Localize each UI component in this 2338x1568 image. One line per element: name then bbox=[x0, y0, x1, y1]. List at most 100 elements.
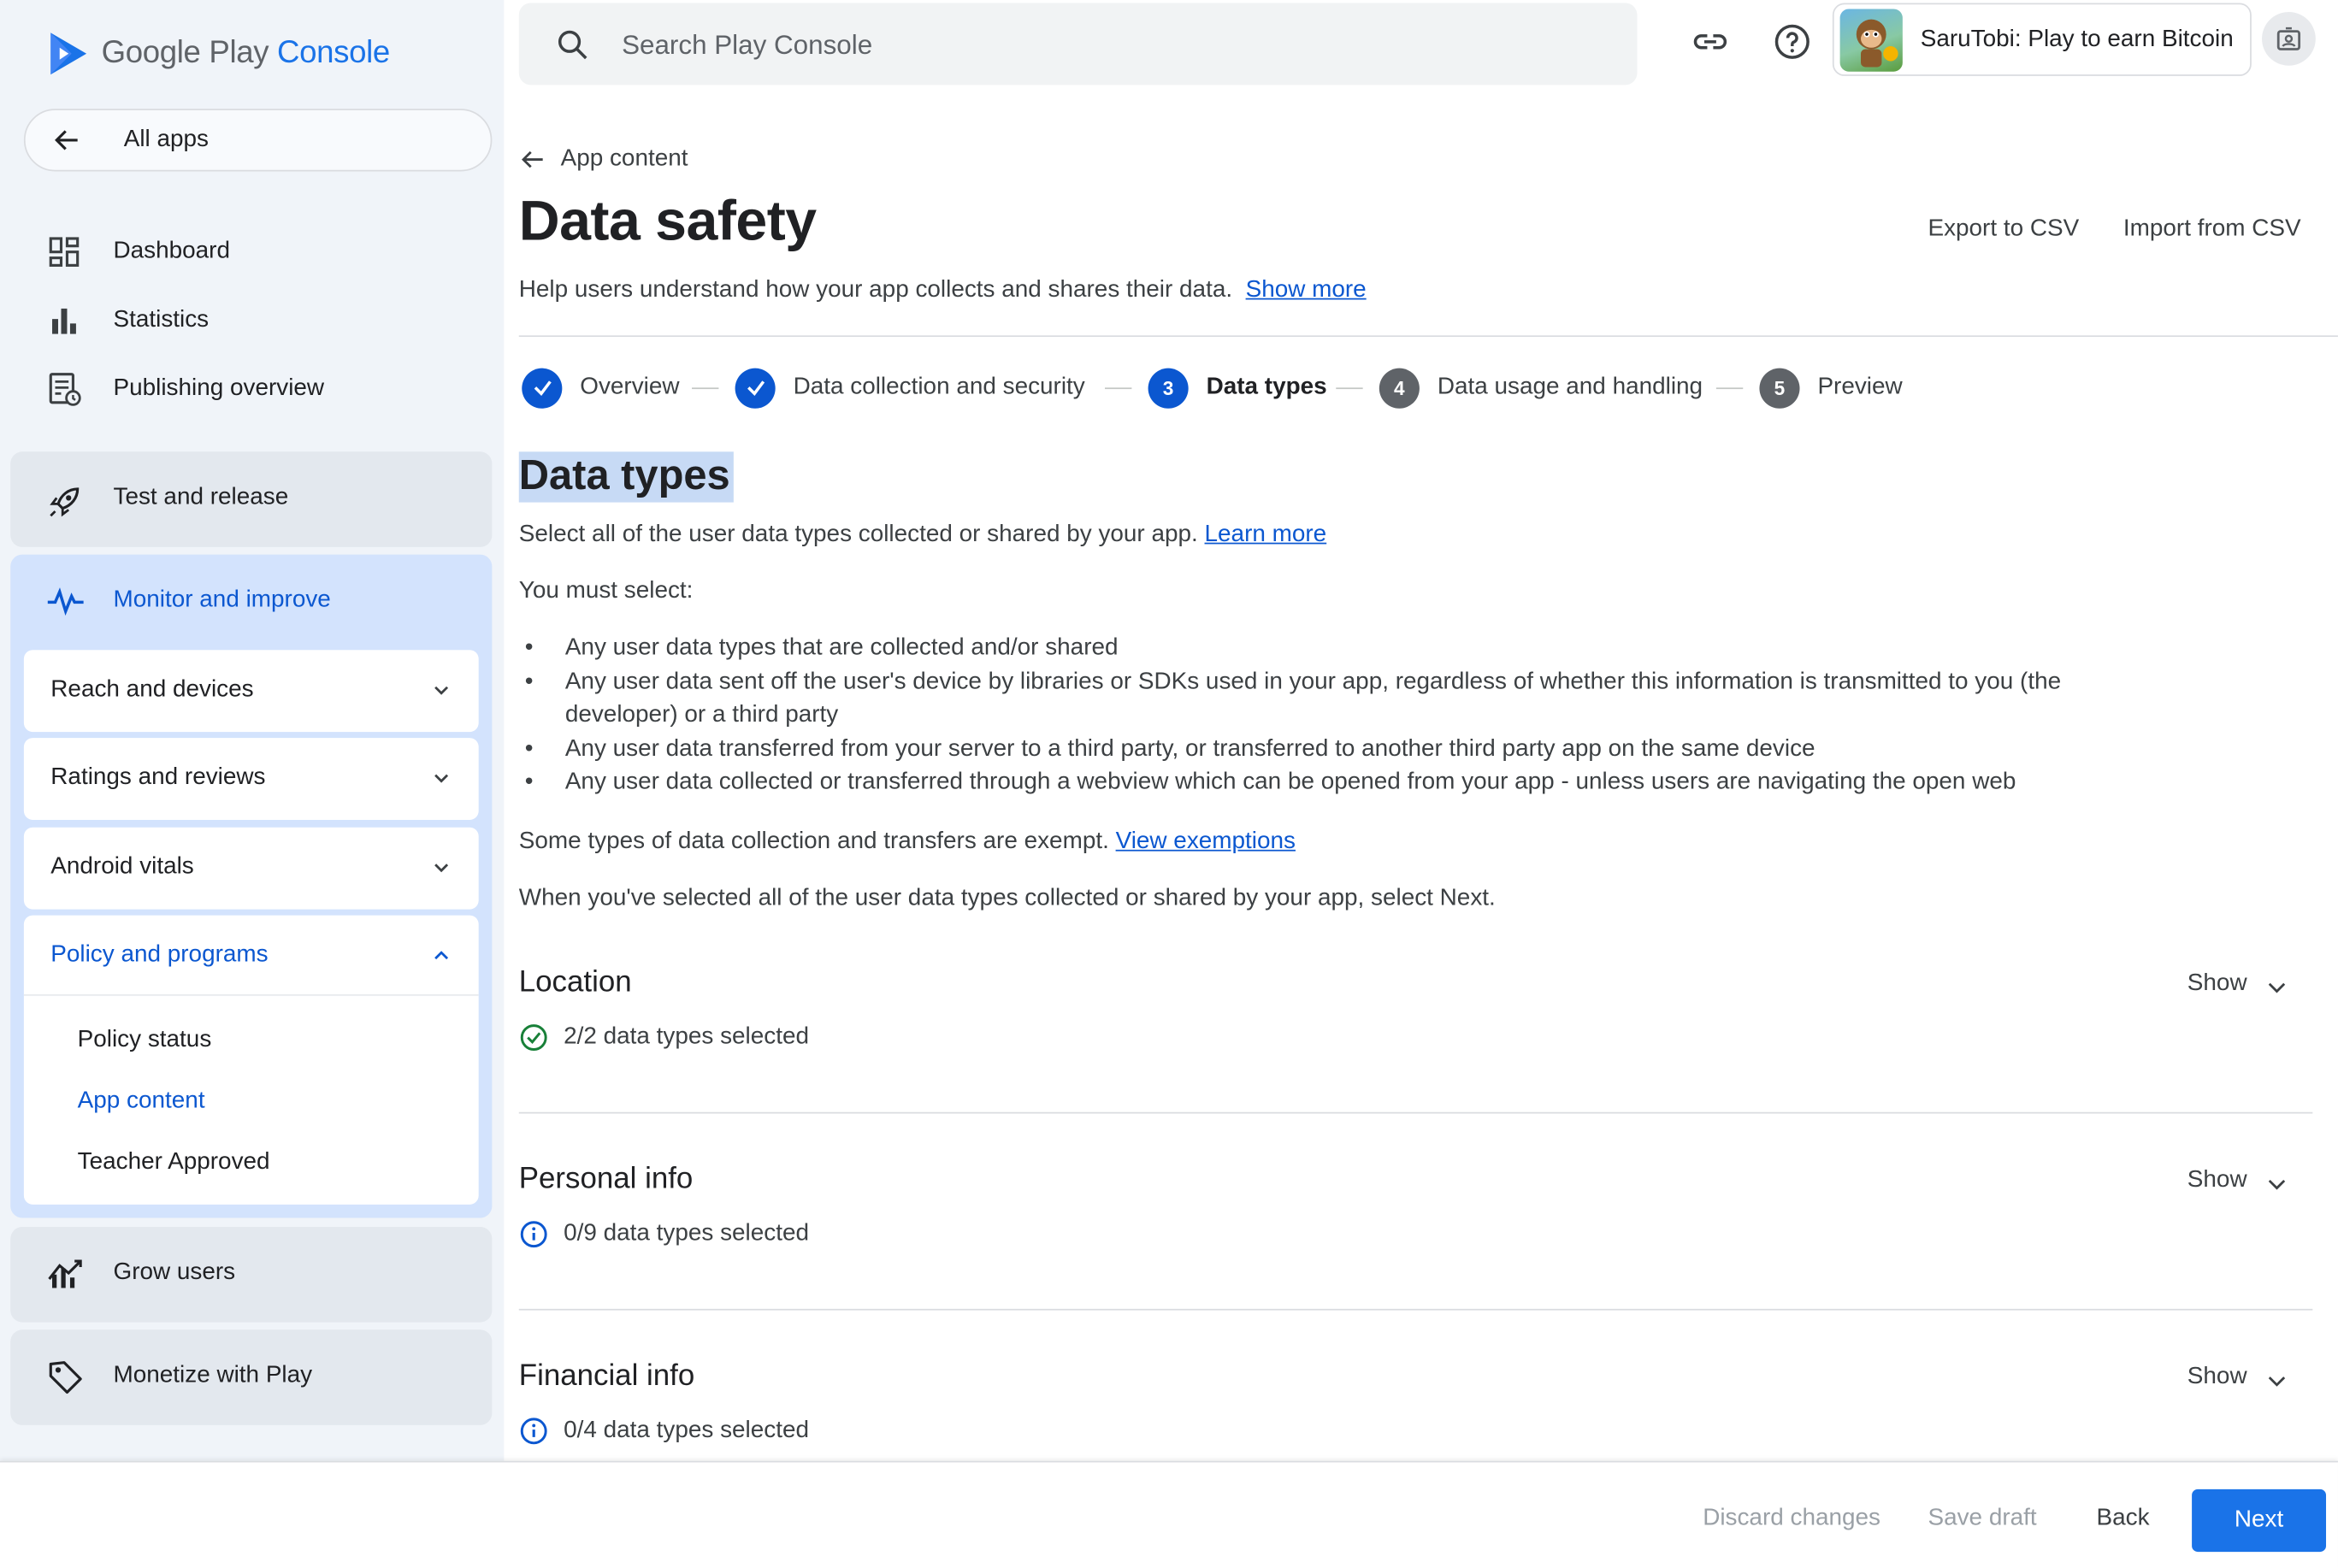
page-title: Data safety bbox=[518, 191, 817, 254]
sidebar-item-dashboard[interactable]: Dashboard bbox=[44, 230, 230, 274]
play-logo-icon bbox=[50, 32, 87, 75]
step-data-usage-handling[interactable]: 4 Data usage and handling bbox=[1379, 367, 1703, 409]
step-number: 4 bbox=[1379, 367, 1420, 408]
list-item: Any user data types that are collected a… bbox=[519, 632, 2069, 665]
logo-text-google-play: Google Play bbox=[101, 35, 269, 70]
check-icon bbox=[735, 367, 776, 408]
sidebar-item-app-content[interactable]: App content bbox=[78, 1088, 205, 1115]
chevron-down-icon[interactable] bbox=[2265, 1369, 2289, 1393]
logo-text-console: Console bbox=[277, 35, 390, 70]
category-show-button[interactable]: Show bbox=[2187, 1167, 2247, 1194]
action-footer: Discard changes Save draft Back Next bbox=[0, 1460, 2338, 1568]
check-icon bbox=[522, 367, 563, 408]
section-title: Data types bbox=[518, 451, 734, 503]
sidebar-group-label: Monetize with Play bbox=[113, 1362, 313, 1388]
sidebar-item-label: Statistics bbox=[113, 307, 210, 333]
check-circle-icon bbox=[520, 1024, 547, 1051]
all-apps-label: All apps bbox=[123, 127, 209, 152]
divider bbox=[23, 993, 479, 996]
chevron-down-icon[interactable] bbox=[2265, 1171, 2289, 1195]
exempt-text: Some types of data collection and transf… bbox=[518, 828, 1109, 855]
exempt-note: Some types of data collection and transf… bbox=[519, 828, 1296, 855]
sidebar-sub-label: Reach and devices bbox=[50, 676, 254, 703]
step-label: Data types bbox=[1206, 374, 1327, 400]
sidebar-group-grow-users[interactable]: Grow users bbox=[10, 1226, 493, 1323]
link-icon[interactable] bbox=[1689, 21, 1731, 62]
category-status: 0/9 data types selected bbox=[519, 1219, 809, 1249]
export-csv-button[interactable]: Export to CSV bbox=[1928, 216, 2079, 243]
step-overview[interactable]: Overview bbox=[522, 367, 680, 409]
account-icon[interactable] bbox=[2262, 11, 2316, 66]
back-to-app-content[interactable]: App content bbox=[519, 146, 688, 173]
search-placeholder: Search Play Console bbox=[622, 29, 873, 60]
sidebar-item-statistics[interactable]: Statistics bbox=[44, 298, 209, 343]
step-data-types[interactable]: 3 Data types bbox=[1148, 367, 1327, 409]
step-preview[interactable]: 5 Preview bbox=[1759, 367, 1903, 409]
page-description-text: Help users understand how your app colle… bbox=[518, 277, 1233, 303]
help-icon[interactable] bbox=[1771, 21, 1813, 62]
sidebar-item-reach-devices[interactable]: Reach and devices bbox=[23, 650, 479, 733]
list-item: Any user data collected or transferred t… bbox=[519, 766, 2069, 799]
step-label: Preview bbox=[1817, 374, 1903, 400]
view-exemptions-link[interactable]: View exemptions bbox=[1116, 828, 1296, 854]
chevron-up-icon[interactable] bbox=[431, 945, 452, 965]
grow-users-icon bbox=[48, 1259, 82, 1288]
next-button[interactable]: Next bbox=[2192, 1488, 2327, 1553]
chevron-down-icon bbox=[434, 864, 449, 873]
chevron-down-icon bbox=[434, 774, 449, 783]
app-icon bbox=[1839, 9, 1903, 72]
tag-icon bbox=[49, 1361, 82, 1394]
chevron-down-icon bbox=[434, 686, 449, 695]
section-intro: Select all of the user data types collec… bbox=[519, 522, 1326, 548]
search-bar[interactable]: Search Play Console bbox=[518, 3, 1638, 85]
step-data-collection-security[interactable]: Data collection and security bbox=[735, 367, 1085, 409]
category-title: Location bbox=[518, 965, 632, 999]
all-apps-button[interactable]: All apps bbox=[23, 109, 493, 172]
show-more-link[interactable]: Show more bbox=[1246, 277, 1367, 303]
category-title: Financial info bbox=[518, 1359, 695, 1393]
chevron-down-icon[interactable] bbox=[2265, 975, 2289, 999]
sidebar-group-test-release[interactable]: Test and release bbox=[10, 451, 493, 547]
category-status-text: 2/2 data types selected bbox=[564, 1023, 810, 1050]
learn-more-link[interactable]: Learn more bbox=[1205, 522, 1327, 547]
divider bbox=[518, 335, 2338, 338]
search-icon bbox=[558, 30, 587, 60]
import-csv-button[interactable]: Import from CSV bbox=[2123, 216, 2301, 243]
app-name: SaruTobi: Play to earn Bitcoin bbox=[1920, 27, 2234, 53]
sidebar-group-label: Test and release bbox=[113, 484, 289, 510]
discard-changes-button[interactable]: Discard changes bbox=[1703, 1506, 1880, 1532]
step-label: Overview bbox=[580, 374, 680, 400]
arrow-back-icon bbox=[522, 150, 543, 168]
app-selector[interactable]: SaruTobi: Play to earn Bitcoin bbox=[1832, 3, 2252, 76]
save-draft-button[interactable]: Save draft bbox=[1928, 1506, 2036, 1532]
sidebar-item-teacher-approved[interactable]: Teacher Approved bbox=[78, 1149, 270, 1176]
policy-programs-toggle[interactable]: Policy and programs bbox=[50, 942, 268, 969]
category-title: Personal info bbox=[518, 1163, 694, 1196]
step-connector bbox=[692, 387, 719, 390]
info-icon bbox=[520, 1221, 547, 1248]
page-description: Help users understand how your app colle… bbox=[519, 277, 1367, 304]
sidebar-sub-label: Ratings and reviews bbox=[50, 764, 266, 791]
section-intro-text: Select all of the user data types collec… bbox=[518, 522, 1198, 547]
category-show-button[interactable]: Show bbox=[2187, 970, 2247, 997]
next-hint: When you've selected all of the user dat… bbox=[518, 885, 1496, 911]
sidebar-group-monetize[interactable]: Monetize with Play bbox=[10, 1329, 493, 1425]
category-status: 2/2 data types selected bbox=[519, 1023, 809, 1052]
sidebar-group-label[interactable]: Monitor and improve bbox=[114, 587, 331, 614]
must-select-text: You must select: bbox=[518, 578, 694, 604]
play-console-page: Google Play Console All apps Dashboard S… bbox=[0, 0, 2338, 1568]
back-link-label: App content bbox=[560, 145, 688, 172]
sidebar-item-policy-status[interactable]: Policy status bbox=[78, 1027, 212, 1053]
sidebar-item-android-vitals[interactable]: Android vitals bbox=[23, 827, 479, 910]
back-button[interactable]: Back bbox=[2097, 1506, 2150, 1532]
sidebar-item-publishing-overview[interactable]: Publishing overview bbox=[44, 367, 324, 411]
play-console-logo[interactable]: Google Play Console bbox=[48, 30, 390, 78]
list-item: Any user data sent off the user's device… bbox=[519, 666, 2069, 733]
dashboard-icon bbox=[44, 233, 83, 271]
step-label: Data collection and security bbox=[793, 374, 1085, 400]
sidebar-item-label: Dashboard bbox=[113, 238, 231, 264]
monitor-pulse-icon bbox=[47, 587, 84, 616]
step-connector bbox=[1105, 387, 1132, 390]
category-show-button[interactable]: Show bbox=[2187, 1364, 2247, 1390]
sidebar-item-ratings-reviews[interactable]: Ratings and reviews bbox=[23, 738, 479, 820]
